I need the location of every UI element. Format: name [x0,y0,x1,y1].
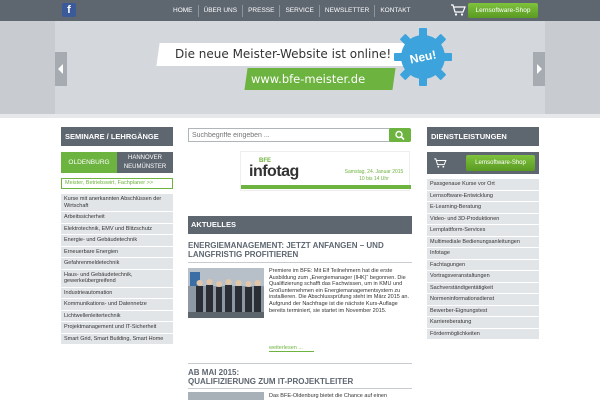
dienst-item[interactable]: E-Learning-Beratung [427,202,539,214]
lernsoftware-shop-button[interactable]: Lernsoftware-Shop [468,3,538,18]
search-input[interactable] [188,128,410,142]
nav-home[interactable]: HOME [168,0,198,21]
seminare-column: SEMINARE / LEHRGÄNGE OLDENBURG HANNOVER … [61,127,173,345]
dienst-item[interactable]: Karriereberatung [427,317,539,329]
dienstleistungen-list: Passgenaue Kurse vor Ort Lernsoftware-En… [427,179,539,340]
article-text: Das BFE-Oldenburg bietet die Chance auf … [269,393,388,399]
shop-box: Lernsoftware-Shop [427,152,539,174]
seminar-list: Kurse mit anerkannten Abschlüssen der Wi… [61,194,173,345]
tab-neumuenster-label: NEUMÜNSTER [123,164,167,170]
article-photo [188,268,264,318]
nav-presse[interactable]: PRESSE [243,0,279,21]
seminare-heading: SEMINARE / LEHRGÄNGE [61,127,173,146]
aktuelles-heading: AKTUELLES [188,216,412,234]
dienst-item[interactable]: Vortragsveranstaltungen [427,271,539,283]
dienst-item[interactable]: Bewerber-Eignungstest [427,305,539,317]
infotag-title: infotag [249,163,299,180]
seminar-item[interactable]: Lichtwellenleitertechnik [61,310,173,322]
article-title[interactable]: ENERGIEMANAGEMENT: JETZT ANFANGEN – UND … [188,241,410,259]
tab-hannover-label: HANNOVER [127,155,162,161]
seminar-item[interactable]: Gefahrenmeldetechnik [61,258,173,270]
banner-url[interactable]: www.bfe-meister.de [251,72,365,86]
seminar-item[interactable]: Kurse mit anerkannten Abschlüssen der Wi… [61,194,173,212]
dienst-item[interactable]: Video- und 3D-Produktionen [427,213,539,225]
banner-prev-arrow[interactable] [55,52,67,86]
article-title-line: QUALIFIZIERUNG ZUM IT-PROJEKTLEITER [188,377,354,386]
cart-icon[interactable] [450,4,466,16]
article-divider [188,388,412,389]
infotag-time: 10 bis 14 Uhr [359,176,389,182]
dienst-item[interactable]: Fördermöglichkeiten [427,328,539,340]
dienst-item[interactable]: Infotage [427,248,539,260]
seminar-item[interactable]: Smart Grid, Smart Building, Smart Home [61,333,173,345]
seminar-item[interactable]: Haus- und Gebäudetechnik, gewerkeübergre… [61,269,173,288]
seminar-item[interactable]: Kommunikations- und Datennetze [61,299,173,311]
banner-next-arrow[interactable] [533,52,545,86]
tab-oldenburg[interactable]: OLDENBURG [61,152,117,173]
search-icon[interactable] [389,128,411,142]
dienst-item[interactable]: Lernsoftware-Entwicklung [427,190,539,202]
article-divider [188,363,412,364]
nav-service[interactable]: SERVICE [280,0,318,21]
banner-left-edge [0,21,55,114]
dienstleistungen-column: DIENSTLEISTUNGEN Lernsoftware-Shop Passg… [427,127,539,340]
article-divider [188,262,412,263]
lernsoftware-shop-button[interactable]: Lernsoftware-Shop [466,155,535,171]
infotag-banner[interactable]: BFE infotag Samstag, 24. Januar 2015 10 … [240,151,411,191]
seminar-item[interactable]: Elektrotechnik, EMV und Blitzschutz [61,223,173,235]
dienst-item[interactable]: Fachtagungen [427,259,539,271]
dienst-item[interactable]: Lernplattform-Services [427,225,539,237]
article-text: Premiere im BFE: Mit Elf Teilnehmern hat… [269,268,410,314]
tab-hannover-neumuenster[interactable]: HANNOVER NEUMÜNSTER [117,152,173,173]
seminar-item[interactable]: Arbeitssicherheit [61,212,173,224]
banner-divider [0,114,600,118]
main-nav: HOME ÜBER UNS PRESSE SERVICE NEWSLETTER … [168,0,416,21]
top-navigation-bar: f HOME ÜBER UNS PRESSE SERVICE NEWSLETTE… [0,0,600,21]
banner-title: Die neue Meister-Website ist online! [175,47,392,61]
dienst-item[interactable]: Normeninformationsdienst [427,294,539,306]
meister-link[interactable]: Meister, Betriebswirt, Fachplaner >> [61,178,173,189]
article-title-line: AB MAI 2015: [188,368,240,377]
dienst-item[interactable]: Sachverständigentätigkeit [427,282,539,294]
nav-newsletter[interactable]: NEWSLETTER [320,0,374,21]
facebook-icon[interactable]: f [62,3,76,17]
weiterlesen-link[interactable]: weiterlesen ... [269,345,314,352]
seminar-item[interactable]: Energie- und Gebäudetechnik [61,235,173,247]
seminar-item[interactable]: Industrieautomation [61,287,173,299]
location-tabs: OLDENBURG HANNOVER NEUMÜNSTER [61,152,173,173]
article-title[interactable]: AB MAI 2015: QUALIFIZIERUNG ZUM IT-PROJE… [188,368,410,386]
nav-kontakt[interactable]: KONTAKT [375,0,415,21]
banner-right-edge [545,21,600,114]
dienst-item[interactable]: Multimediale Bedienungsanleitungen [427,236,539,248]
article-photo [188,392,264,400]
infotag-green-bar [241,185,411,189]
dienstleistungen-heading: DIENSTLEISTUNGEN [427,127,539,146]
dienst-item[interactable]: Passgenaue Kurse vor Ort [427,179,539,191]
seminar-item[interactable]: Erneuerbare Energien [61,246,173,258]
cart-icon[interactable] [433,158,447,168]
seminar-item[interactable]: Projektmanagement und IT-Sicherheit [61,322,173,334]
infotag-date: Samstag, 24. Januar 2015 [344,169,404,175]
nav-ueber-uns[interactable]: ÜBER UNS [199,0,243,21]
